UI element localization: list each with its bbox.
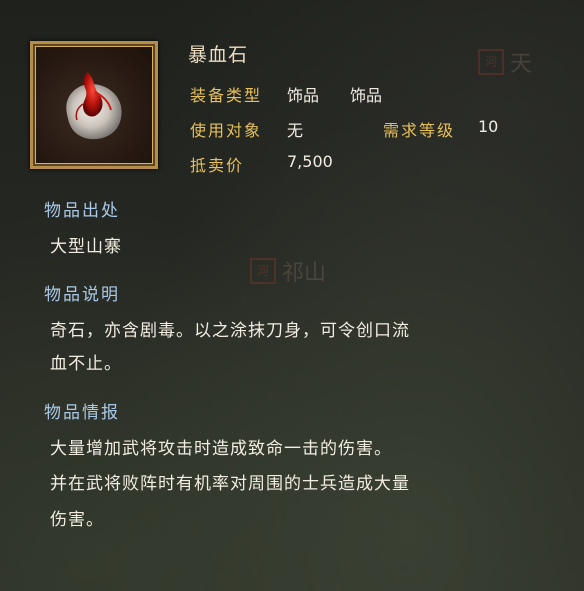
description-heading: 物品说明 — [44, 285, 120, 305]
info-heading: 物品情报 — [44, 403, 120, 423]
blood-stone-icon — [66, 72, 122, 140]
description-line: 奇石，亦含剧毒。以之涂抹刀身，可令创口流 — [50, 321, 410, 341]
equip-type-value-secondary: 饰品 — [350, 86, 383, 105]
origin-heading: 物品出处 — [44, 201, 120, 221]
item-icon-frame — [30, 41, 158, 169]
map-stamp: 河 — [478, 49, 504, 75]
item-name: 暴血石 — [188, 44, 249, 66]
equip-type-value: 饰品 — [287, 86, 320, 105]
info-line: 并在武将败阵时有机率对周围的士兵造成大量 — [50, 474, 410, 494]
target-label: 使用对象 — [190, 121, 263, 140]
price-value: 7,500 — [287, 152, 333, 171]
equip-type-label: 装备类型 — [190, 86, 263, 105]
level-label: 需求等级 — [383, 121, 456, 140]
target-value: 无 — [287, 121, 304, 140]
price-label: 抵卖价 — [190, 156, 245, 175]
origin-text: 大型山寨 — [50, 237, 122, 257]
map-label: 天 — [510, 52, 533, 77]
level-value: 10 — [478, 117, 499, 136]
description-line: 血不止。 — [50, 354, 122, 374]
info-line: 大量增加武将攻击时造成致命一击的伤害。 — [50, 439, 392, 459]
map-stamp: 河 — [250, 258, 276, 284]
map-label: 祁山 — [282, 261, 327, 286]
info-line: 伤害。 — [50, 510, 104, 530]
